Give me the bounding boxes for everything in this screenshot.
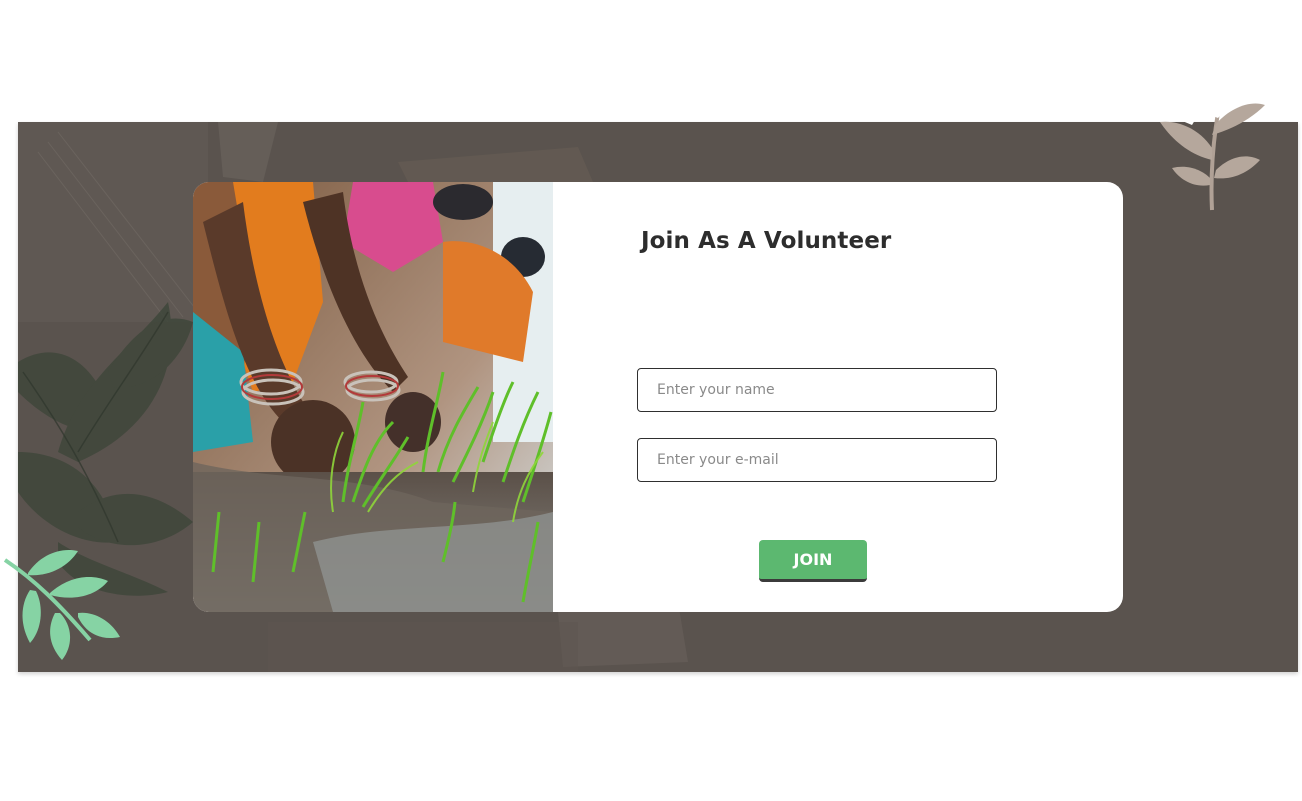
leaf-sprig-icon (1160, 70, 1265, 211)
email-input[interactable] (637, 438, 997, 482)
volunteer-page: Join As A Volunteer JOIN (0, 0, 1302, 801)
form-title: Join As A Volunteer (641, 228, 892, 254)
volunteer-card: Join As A Volunteer JOIN (193, 182, 1123, 612)
rice-planting-photo (193, 182, 553, 612)
join-button[interactable]: JOIN (759, 540, 867, 582)
name-input[interactable] (637, 368, 997, 412)
green-leaf-sprig-icon (3, 549, 120, 660)
